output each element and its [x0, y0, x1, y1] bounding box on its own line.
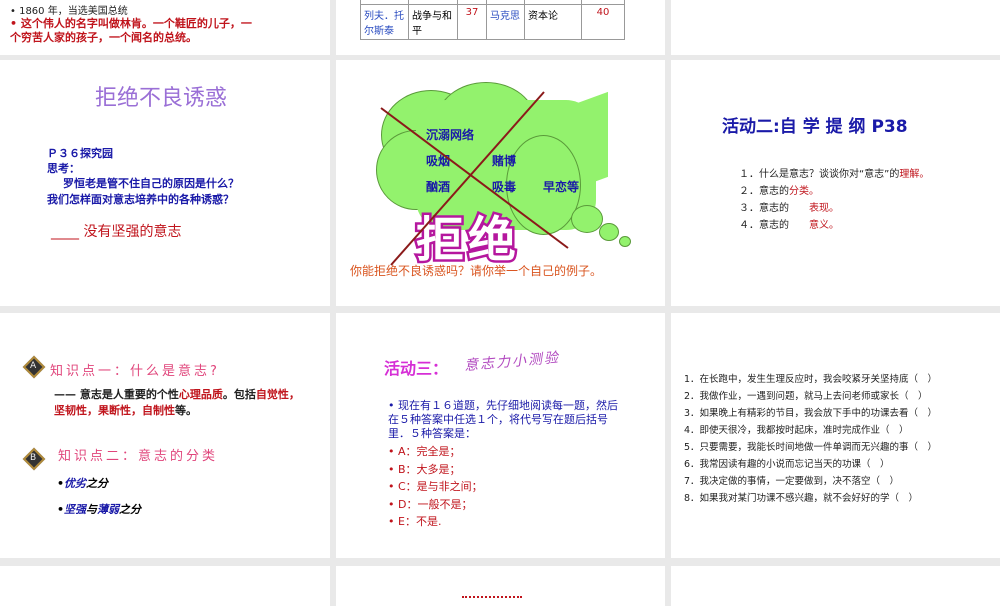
quiz-question: 5．只要需要，我能长时间地做一件单调而无兴趣的事（ ） — [684, 442, 938, 453]
table-cell: 37 — [457, 4, 487, 40]
books-table: 40 列夫．托尔斯泰 战争与和平 37 马克思 资本论 40 — [360, 0, 625, 40]
slide-thumbnail-1[interactable]: • 1860 年，当选美国总统 • 这个伟人的名字叫做林肯。一个鞋匠的儿子，一个… — [0, 0, 330, 55]
slide-title: 拒绝不良诱惑 — [95, 86, 228, 111]
text-span: ４． — [739, 220, 759, 231]
answer-options: • A：完全是； • B：大多是； • C：是与非之间； • D：一般不是； •… — [388, 443, 483, 531]
text-span: 。包括 — [222, 388, 256, 401]
slide-thumbnail-3[interactable] — [671, 0, 1000, 55]
knowledge-point-1-text: —— 意志是人重要的个性心理品质。包括自觉性，坚韧性，果断性，自制性等。 — [54, 387, 304, 419]
table-cell: 马克思 — [486, 4, 525, 40]
text-span: 意志的 — [759, 186, 789, 197]
answer-option: • D：一般不是； — [388, 497, 473, 511]
answer-text: 没有坚强的意志 — [83, 224, 182, 240]
activity-label: 活动三： — [384, 359, 449, 378]
text-span: 之分 — [119, 503, 142, 516]
text-span: 薄弱 — [97, 503, 120, 516]
outline-item: ２．意志的分类。 — [739, 183, 929, 200]
bullet-2: • 这个伟人的名字叫做林肯。一个鞋匠的儿子，一个穷苦人家的孩子，一个闻名的总统。 — [10, 17, 252, 44]
partial-title-fragment — [462, 596, 522, 600]
slide-title: 活动二:自 学 提 纲 P38 — [722, 117, 908, 137]
knowledge-point-2-title: 知识点二：意志的分类 — [58, 449, 219, 464]
category-item: •优劣之分 — [57, 477, 109, 490]
text-span: ２． — [739, 186, 759, 197]
text-span: １． — [739, 169, 759, 180]
text-span: 等。 — [175, 404, 197, 417]
quiz-question: 8．如果我对某门功课不感兴趣，就不会好好的学（ ） — [684, 493, 919, 504]
text-span: 意义。 — [809, 220, 839, 231]
text-span: A：完全是； — [398, 445, 461, 458]
text-span: 理解。 — [899, 169, 930, 180]
quiz-question: 3．如果晚上有精彩的节目，我会放下手中的功课去看（ ） — [684, 408, 938, 419]
outline-item: ４．意志的 意义。 — [739, 217, 929, 234]
text-span: 意志的 — [759, 203, 809, 214]
table-row: 列夫．托尔斯泰 战争与和平 37 马克思 资本论 40 — [360, 4, 625, 40]
slide-thumbnail-12[interactable] — [671, 566, 1000, 606]
badge-b-label: B — [30, 453, 37, 463]
activity-title: 意志力小测验 — [463, 349, 561, 375]
slide-thumbnail-7[interactable]: A 知识点一：什么是意志? —— 意志是人重要的个性心理品质。包括自觉性，坚韧性… — [0, 313, 330, 558]
table-cell: 列夫．托尔斯泰 — [360, 4, 409, 40]
quiz-intro: • 现在有１６道题，先仔细地阅读每一题，然后在５种答案中任选１个，将代号写在题后… — [388, 399, 618, 440]
slide-thumbnail-10[interactable] — [0, 566, 330, 606]
text-span: E：不是. — [398, 515, 442, 528]
slide-thumbnail-8[interactable]: 活动三： 意志力小测验 • 现在有１６道题，先仔细地阅读每一题，然后在５种答案中… — [336, 313, 665, 558]
answer-line: ____ 没有坚强的意志 — [51, 221, 181, 241]
quiz-question: 4．即使天很冷，我都按时起床，准时完成作业（ ） — [684, 425, 909, 436]
slide-thumbnail-4[interactable]: 拒绝不良诱惑 Ｐ３６探究园 思考： 罗恒老是管不住自己的原因是什么？ 我们怎样面… — [0, 60, 330, 306]
answer-option: • C：是与非之间； — [388, 480, 483, 493]
table-cell: 40 — [581, 4, 625, 40]
text-span: 优劣 — [64, 477, 87, 490]
text-line: 罗恒老是管不住自己的原因是什么？ — [63, 177, 239, 190]
quiz-question: 6．我常因读有趣的小说而忘记当天的功课（ ） — [684, 459, 890, 470]
text-span: C：是与非之间； — [398, 480, 483, 493]
knowledge-point-1-title: 知识点一：什么是意志? — [50, 364, 220, 379]
text-line: 思考： — [47, 162, 80, 175]
answer-blank: ____ — [51, 224, 79, 240]
text-span: 什么是意志？谈谈你对“意志”的 — [759, 169, 900, 180]
text-span: 分类。 — [789, 186, 819, 197]
quiz-questions: 1．在长跑中，发生生理反应时，我会咬紧牙关坚持底（ ） 2．我做作业，一遇到问题… — [684, 371, 937, 507]
text-span: 心理品质 — [178, 388, 223, 401]
bullet-text: 1860 年，当选美国总统 — [19, 6, 128, 17]
text-span: 与 — [86, 503, 98, 516]
outline-item: １．什么是意志？谈谈你对“意志”的理解。 — [739, 166, 929, 183]
slide-thumbnail-11[interactable] — [336, 566, 665, 606]
answer-option: • E：不是. — [388, 515, 442, 528]
quiz-question: 1．在长跑中，发生生理反应时，我会咬紧牙关坚持底（ ） — [684, 374, 938, 385]
slide-thumbnail-9[interactable]: 1．在长跑中，发生生理反应时，我会咬紧牙关坚持底（ ） 2．我做作业，一遇到问题… — [671, 313, 1000, 558]
text-line: Ｐ３６探究园 — [47, 147, 113, 160]
category-item: •坚强与薄弱之分 — [57, 503, 142, 516]
badge-a-label: A — [30, 361, 37, 371]
discussion-question: 你能拒绝不良诱惑吗？请你举一个自己的例子。 — [350, 264, 603, 278]
text-span: 坚强 — [64, 503, 87, 516]
answer-option: • A：完全是； — [388, 445, 461, 458]
outline-item: ３．意志的 表现。 — [739, 200, 929, 217]
text-span: D：一般不是； — [398, 497, 473, 511]
answer-option: • B：大多是； — [388, 462, 461, 476]
table-cell: 资本论 — [524, 4, 582, 40]
table-cell: 战争与和平 — [408, 4, 458, 40]
text-span: ３． — [739, 203, 759, 214]
text-span: 之分 — [86, 477, 109, 490]
text-span: —— 意志是人重要的个性 — [54, 388, 179, 401]
text-line: 我们怎样面对意志培养中的各种诱惑？ — [47, 193, 234, 206]
bullet-text: 这个伟人的名字叫做林肯。一个鞋匠的儿子，一个穷苦人家的孩子，一个闻名的总统。 — [10, 17, 252, 44]
text-span: 意志的 — [759, 220, 809, 231]
slide-thumbnail-5[interactable]: 沉溺网络 吸烟 赌博 酗酒 吸毒 早恋等 拒绝 你能拒绝不良诱惑吗？请你举一个自… — [336, 60, 665, 306]
outline-list: １．什么是意志？谈谈你对“意志”的理解。 ２．意志的分类。 ３．意志的 表现。 … — [739, 166, 929, 234]
quiz-question: 2．我做作业，一遇到问题，就马上去问老师或家长（ ） — [684, 391, 928, 402]
bullet-1: • 1860 年，当选美国总统 — [10, 6, 128, 17]
text-span: B：大多是； — [398, 462, 461, 476]
slide-thumbnail-2[interactable]: 40 列夫．托尔斯泰 战争与和平 37 马克思 资本论 40 — [336, 0, 665, 55]
text-span: 表现。 — [809, 203, 839, 214]
quiz-question: 7．我决定做的事情，一定要做到，决不落空（ ） — [684, 476, 900, 487]
slide-thumbnail-6[interactable]: 活动二:自 学 提 纲 P38 １．什么是意志？谈谈你对“意志”的理解。 ２．意… — [671, 60, 1000, 306]
text-span: 现在有１６道题，先仔细地阅读每一题，然后在５种答案中任选１个，将代号写在题后括号… — [388, 399, 618, 440]
